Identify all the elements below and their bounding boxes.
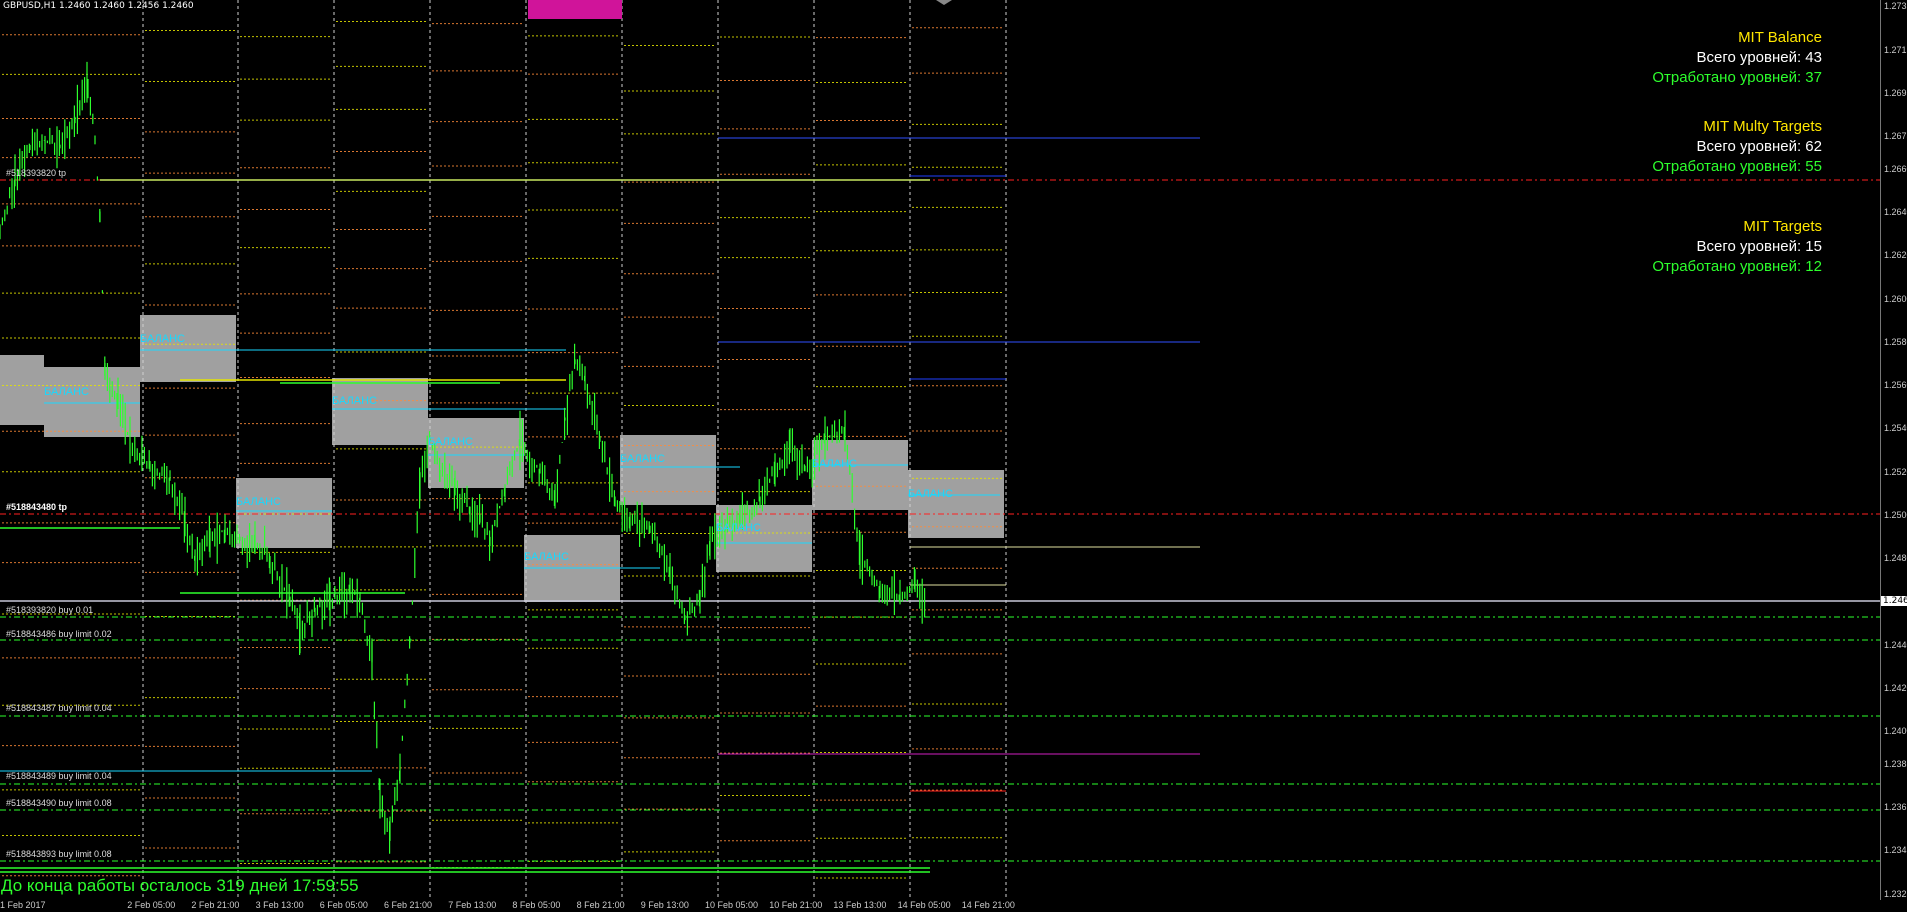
price-axis[interactable]: 1.2735 1.2715 1.2695 1.2675 1.2660 1.2640 1.26… [1880, 0, 1907, 900]
time-tick-label: 2 Feb 05:00 [127, 900, 176, 910]
panel-total-levels: Всего уровней: 62 [1696, 138, 1822, 155]
time-axis[interactable]: 1 Feb 2017 2 Feb 05:00 2 Feb 21:00 3 Feb 13… [0, 900, 1880, 912]
panel-title: MIT Multy Targets [1703, 118, 1822, 135]
price-tick-label: 1.2600 [1884, 293, 1907, 304]
price-tick-label: 1.2735 [1884, 1, 1907, 12]
order-label[interactable]: #518843480 tp [6, 502, 67, 512]
price-tick-label: 1.2325 [1884, 888, 1907, 899]
price-tick-label: 1.2385 [1884, 758, 1907, 769]
price-tick-label: 1.2715 [1884, 44, 1907, 55]
price-tick-label: 1.2480 [1884, 553, 1907, 564]
price-tick-label: 1.2420 [1884, 682, 1907, 693]
balance-label: БАЛАНС [812, 458, 857, 470]
time-tick-label: 10 Feb 05:00 [705, 900, 759, 910]
time-tick-label: 8 Feb 21:00 [576, 900, 625, 910]
balance-box [236, 478, 332, 548]
price-tick-label: 1.2345 [1884, 845, 1907, 856]
balance-label: БАЛАНС [620, 453, 665, 465]
panel-title: MIT Balance [1738, 29, 1822, 46]
price-tick-label: 1.2580 [1884, 336, 1907, 347]
panel-worked-levels: Отработано уровней: 55 [1652, 158, 1822, 175]
price-tick-label: 1.2365 [1884, 801, 1907, 812]
balance-label: БАЛАНС [524, 551, 569, 563]
balance-box [0, 355, 44, 425]
order-label[interactable]: #518393820 buy 0.01 [6, 605, 93, 615]
balance-label: БАЛАНС [236, 496, 281, 508]
balance-box [908, 470, 1004, 538]
order-label[interactable]: #518843489 buy limit 0.04 [6, 771, 112, 781]
price-tick-label: 1.2620 [1884, 250, 1907, 261]
price-tick-label: 1.2660 [1884, 163, 1907, 174]
balance-label: БАЛАНС [716, 522, 761, 534]
price-tick-label: 1.2640 [1884, 207, 1907, 218]
time-tick-label: 8 Feb 05:00 [512, 900, 561, 910]
current-price-label: 1.2460 [1881, 596, 1907, 607]
balance-box [716, 505, 812, 572]
price-tick-label: 1.2695 [1884, 88, 1907, 99]
time-tick-label: 6 Feb 21:00 [384, 900, 433, 910]
price-tick-label: 1.2520 [1884, 466, 1907, 477]
top-marker [528, 0, 622, 19]
panel-worked-levels: Отработано уровней: 37 [1652, 69, 1822, 86]
balance-box [140, 315, 236, 382]
time-tick-label: 10 Feb 21:00 [769, 900, 823, 910]
time-tick-label: 3 Feb 13:00 [255, 900, 304, 910]
balance-label: БАЛАНС [908, 488, 953, 500]
time-tick-label: 6 Feb 05:00 [319, 900, 368, 910]
time-tick-label: 14 Feb 21:00 [961, 900, 1015, 910]
panel-title: MIT Targets [1743, 218, 1822, 235]
balance-label: БАЛАНС [140, 333, 185, 345]
symbol-info: GBPUSD,H1 1.2460 1.2460 1.2456 1.2460 [3, 1, 194, 11]
panel-mit-multy-targets: MIT Multy Targets Всего уровней: 62 Отра… [1652, 117, 1822, 177]
order-label[interactable]: #518843490 buy limit 0.08 [6, 798, 112, 808]
time-tick-label: 7 Feb 13:00 [448, 900, 497, 910]
price-tick-label: 1.2560 [1884, 380, 1907, 391]
time-tick-label: 1 Feb 2017 [0, 900, 46, 910]
countdown-timer: До конца работы осталось 319 дней 17:59:… [1, 876, 359, 895]
chart-canvas[interactable] [0, 0, 1880, 900]
time-tick-label: 2 Feb 21:00 [191, 900, 240, 910]
balance-box [332, 378, 428, 445]
panel-total-levels: Всего уровней: 15 [1696, 238, 1822, 255]
panel-mit-balance: MIT Balance Всего уровней: 43 Отработано… [1652, 28, 1822, 88]
order-label[interactable]: #518393820 tp [6, 168, 66, 178]
balance-label: БАЛАНС [44, 386, 89, 398]
balance-box [428, 418, 524, 488]
time-tick-label: 14 Feb 05:00 [897, 900, 951, 910]
order-label[interactable]: #518843486 buy limit 0.02 [6, 629, 112, 639]
price-tick-label: 1.2675 [1884, 131, 1907, 142]
balance-box [812, 440, 908, 510]
panel-total-levels: Всего уровней: 43 [1696, 49, 1822, 66]
time-tick-label: 9 Feb 13:00 [640, 900, 689, 910]
price-tick-label: 1.2500 [1884, 509, 1907, 520]
price-tick-label: 1.2440 [1884, 639, 1907, 650]
price-chart[interactable]: GBPUSD,H1 1.2460 1.2460 1.2456 1.2460 MI… [0, 0, 1880, 900]
balance-label: БАЛАНС [332, 395, 377, 407]
order-label[interactable]: #518843893 buy limit 0.08 [6, 849, 112, 859]
price-tick-label: 1.2400 [1884, 726, 1907, 737]
panel-worked-levels: Отработано уровней: 12 [1652, 258, 1822, 275]
balance-label: БАЛАНС [428, 436, 473, 448]
time-tick-label: 13 Feb 13:00 [833, 900, 887, 910]
panel-mit-targets: MIT Targets Всего уровней: 15 Отработано… [1652, 217, 1822, 277]
order-label[interactable]: #518843487 buy limit 0.04 [6, 703, 112, 713]
arrow-marker [936, 0, 952, 5]
price-tick-label: 1.2540 [1884, 423, 1907, 434]
